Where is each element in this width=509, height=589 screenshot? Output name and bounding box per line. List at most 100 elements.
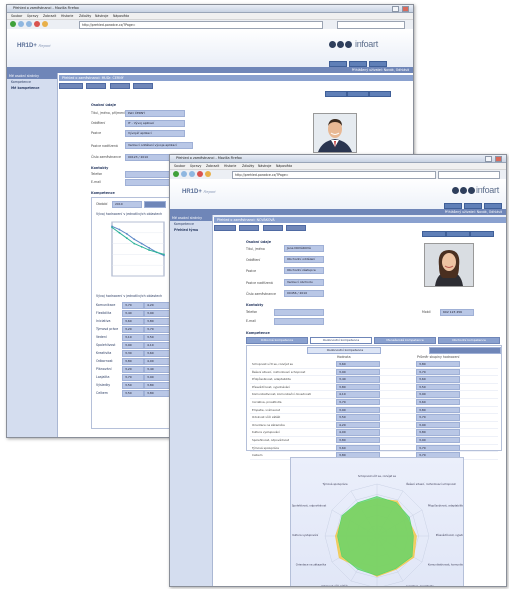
back-tab-2[interactable] <box>86 83 107 89</box>
front-action-button-3[interactable] <box>470 231 494 237</box>
back-filter-button[interactable] <box>144 201 166 208</box>
skill-tab-osobnostni[interactable]: Osobnostní kompetence <box>310 337 372 344</box>
back-action-button-1[interactable] <box>325 91 347 97</box>
table-cell-b: 3,90 <box>144 374 170 381</box>
competence-name: Přizpůsobivost, adaptabilita <box>252 377 291 382</box>
back-sidebar-item-2[interactable]: Mé kompetence <box>7 85 57 91</box>
menu-soubor[interactable]: Soubor <box>11 14 22 18</box>
back-sidebar: Mé osobní stránky Kompetence Mé kompeten… <box>7 73 58 437</box>
front-search-box[interactable] <box>438 171 500 179</box>
back-action-button-2[interactable] <box>347 91 369 97</box>
menu-napoveda[interactable]: Nápověda <box>113 14 129 18</box>
front-reload-icon[interactable] <box>189 171 195 177</box>
data-point <box>125 232 128 235</box>
front-forward-arrow-icon[interactable] <box>181 171 187 177</box>
front-tab-1[interactable] <box>214 225 236 231</box>
minimize-button[interactable] <box>392 6 399 12</box>
menu-upravy[interactable]: Úpravy <box>27 14 38 18</box>
competence-value: 3,50 <box>336 414 380 421</box>
stop-icon[interactable] <box>34 21 40 27</box>
front-competence-table: Osobnostní kompetence Hodnota Průměr sku… <box>246 345 502 460</box>
reload-icon[interactable] <box>26 21 32 27</box>
front-competence-rows: Schopnost učit se, rozvíjet se 3,60 3,80 Ře… <box>250 361 498 460</box>
menu-zalozky[interactable]: Záložky <box>79 14 91 18</box>
front-titlebar: Přehled o zaměstnanci - Mozilla Firefox <box>170 155 506 163</box>
back-tab-3[interactable] <box>109 83 130 89</box>
data-point <box>148 247 151 249</box>
home-icon[interactable] <box>42 21 48 27</box>
close-button[interactable] <box>402 6 409 12</box>
table-row-label: Iniciativa <box>96 319 111 323</box>
back-search-box[interactable] <box>337 21 405 29</box>
back-tab-4[interactable] <box>132 83 153 89</box>
front-menu-zalozky[interactable]: Záložky <box>242 164 254 168</box>
competence-group-average: 3,80 <box>416 361 460 368</box>
competence-value: 4,20 <box>336 421 380 429</box>
front-menu-napoveda[interactable]: Nápověda <box>276 164 292 168</box>
competence-group-average: 3,80 <box>416 429 460 436</box>
front-menu-historie[interactable]: Historie <box>224 164 236 168</box>
front-url-bar[interactable]: http://prehled.poradce.cz/?Page= <box>232 171 436 179</box>
table-cell-b: 3,70 <box>144 326 170 333</box>
table-cell-b: 4,00 <box>144 358 170 365</box>
back-arrow-icon[interactable] <box>10 21 16 27</box>
front-home-icon[interactable] <box>205 171 211 177</box>
competence-value: 4,00 <box>336 429 380 436</box>
front-menu-upravy[interactable]: Úpravy <box>190 164 201 168</box>
table-row: Vedení 3,10 3,50 <box>96 334 170 342</box>
front-menu-zobrazit[interactable]: Zobrazit <box>206 164 219 168</box>
table-row: Schopnost učit se, rozvíjet se 3,60 3,80 <box>250 361 498 369</box>
front-menubar: Soubor Úpravy Zobrazit Historie Záložky … <box>170 163 506 170</box>
front-close-button[interactable] <box>495 156 502 162</box>
back-url-bar[interactable]: http://prehled.poradce.cz/?Page= <box>79 21 323 29</box>
competence-name: Odolnost vůči zátěži <box>252 415 281 420</box>
back-tab-row <box>59 83 155 89</box>
skill-tab-obchodni[interactable]: Obchodní kompetence <box>438 337 500 344</box>
table-row-label: Loajalita <box>96 375 110 379</box>
front-menu-nastroje[interactable]: Nástroje <box>258 164 271 168</box>
skill-tab-manazerske[interactable]: Manažerské kompetence <box>374 337 436 344</box>
competence-name: Empatie, vnímavost <box>252 407 280 412</box>
table-cell-b: 3,80 <box>144 318 170 325</box>
back-filter-select[interactable]: 2010 <box>112 201 142 208</box>
front-stop-icon[interactable] <box>197 171 203 177</box>
competence-value: 3,90 <box>336 368 380 375</box>
front-action-button-1[interactable] <box>422 231 446 237</box>
front-back-arrow-icon[interactable] <box>173 171 179 177</box>
table-row: Iniciativa, proaktivita 3,70 3,60 <box>250 398 498 407</box>
front-minimize-button[interactable] <box>485 156 492 162</box>
back-personal-label-4: Pozice nadřízená <box>91 144 118 148</box>
front-tab-4[interactable] <box>285 225 306 231</box>
menu-historie[interactable]: Historie <box>61 14 73 18</box>
front-tab-2[interactable] <box>239 225 260 231</box>
table-cell-b: 3,60 <box>144 350 170 357</box>
skill-tab-odborne[interactable]: Odborné kompetence <box>246 337 308 344</box>
competence-group-average: 3,70 <box>416 414 460 421</box>
competence-group-average: 3,70 <box>416 368 460 375</box>
front-personal-label-2: Oddělení <box>246 258 261 262</box>
front-menu-soubor[interactable]: Soubor <box>174 164 185 168</box>
back-action-button-3[interactable] <box>369 91 391 97</box>
competence-name: Spolehlivost, odpovědnost <box>252 437 289 442</box>
menu-nastroje[interactable]: Nástroje <box>95 14 108 18</box>
back-competence-panel: Období 2010 Vývoj hodnocení v jednotlivý… <box>91 197 173 429</box>
back-evaluation-table: Komunikace 3,70 4,20 Flexibilita 3,40 3,90 Ini… <box>96 302 170 398</box>
front-sidebar-item-2[interactable]: Přehled týmu <box>170 227 212 233</box>
front-tab-3[interactable] <box>262 225 283 231</box>
table-row: Kultura vystupování 4,00 3,80 <box>250 429 498 437</box>
front-action-button-2[interactable] <box>446 231 470 237</box>
front-logo-right: infoart <box>476 185 499 195</box>
forward-arrow-icon[interactable] <box>18 21 24 27</box>
competence-name: Řešení situací, rozhodovací schopnost <box>252 369 306 374</box>
data-point <box>148 249 151 251</box>
competence-value: 3,80 <box>336 436 380 444</box>
table-row: Odbornost 3,80 4,00 <box>96 358 170 366</box>
front-logo-left: HR1D+ Report <box>182 189 216 195</box>
radar-category-label: Přizpůsobivost, adaptabilita <box>428 504 463 508</box>
competence-value: 3,80 <box>336 383 380 391</box>
competence-value: 3,70 <box>336 398 380 406</box>
back-tab-1[interactable] <box>59 83 83 89</box>
table-cell-b: 3,80 <box>144 382 170 389</box>
table-row: Celkem 3,50 3,80 <box>96 390 170 398</box>
menu-zobrazit[interactable]: Zobrazit <box>43 14 56 18</box>
